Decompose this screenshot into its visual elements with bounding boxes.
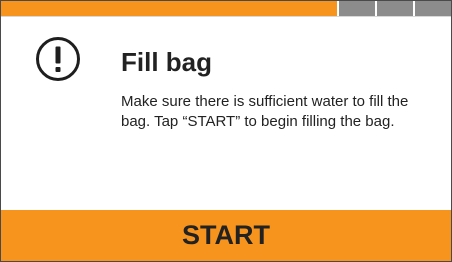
progress-step-remaining <box>375 1 413 16</box>
progress-completed <box>1 1 337 16</box>
progress-step-remaining <box>337 1 375 16</box>
dialog-message: Make sure there is sufficient water to f… <box>121 93 409 130</box>
exclamation-circle-icon <box>36 37 80 81</box>
progress-bar <box>1 1 451 17</box>
start-button[interactable]: START <box>1 210 451 261</box>
dialog-title: Fill bag <box>121 47 212 77</box>
progress-step-remaining <box>413 1 451 16</box>
fill-bag-screen: Fill bag Make sure there is sufficient w… <box>0 0 452 262</box>
